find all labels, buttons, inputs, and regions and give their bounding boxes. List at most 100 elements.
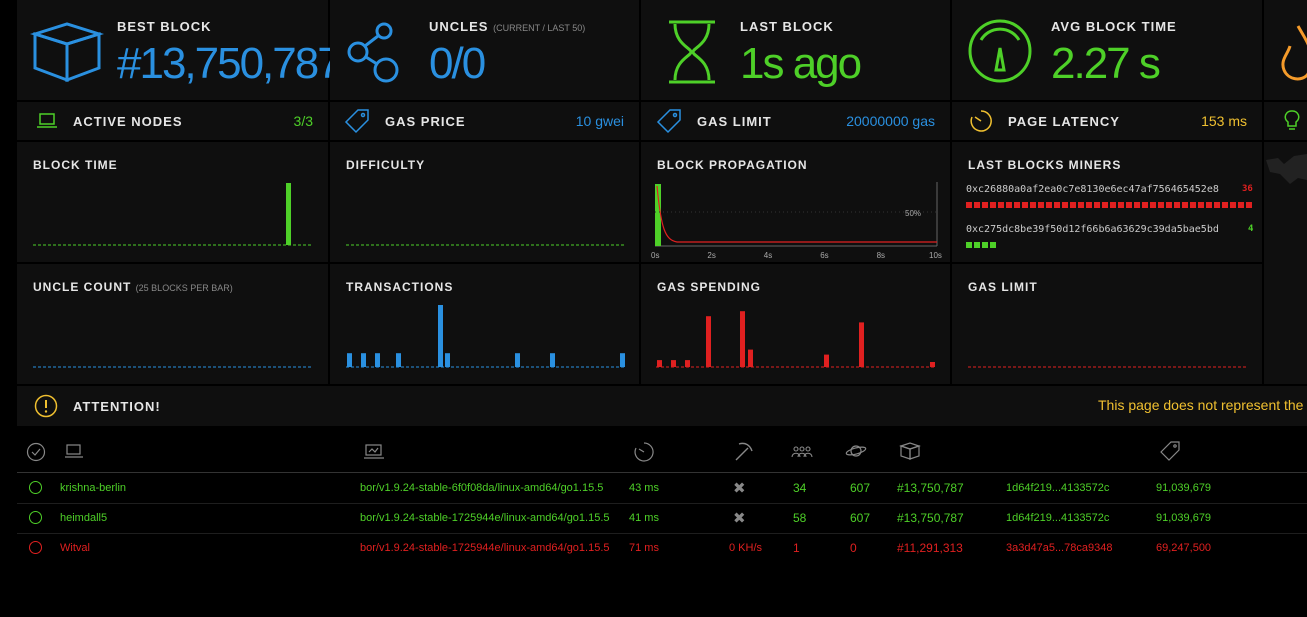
avg-block-time-value: 2.27 s: [1051, 39, 1161, 88]
best-block-panel: BEST BLOCK #13,750,787: [17, 0, 342, 100]
gas-price-panel: GAS PRICE 10 gwei: [330, 102, 639, 140]
gas-spending-bar: [748, 349, 753, 367]
miner-block: [1238, 202, 1244, 208]
transactions-bar: [375, 353, 380, 367]
monitor-icon[interactable]: [364, 444, 384, 460]
status-circle-icon: [29, 511, 42, 524]
last-block-value: 1s ago: [740, 39, 862, 88]
transactions-svg: [346, 305, 626, 368]
tag-icon[interactable]: [1160, 441, 1180, 461]
gas-spending-chart: GAS SPENDING: [641, 264, 950, 384]
last-blocks-miners-title: LAST BLOCKS MINERS: [968, 158, 1122, 172]
node-difficulty: 91,039,679: [1156, 512, 1212, 524]
gas-spending-bar: [930, 362, 935, 367]
node-name[interactable]: Witval: [60, 542, 90, 554]
miner-block: [1094, 202, 1100, 208]
miner-block: [982, 202, 988, 208]
block-time-bar: [286, 183, 291, 245]
miner-blocks: [966, 202, 1252, 208]
gas-limit-svg: [968, 366, 1248, 368]
propagation-x-tick: 6s: [820, 251, 828, 260]
table-row[interactable]: krishna-berlin bor/v1.9.24-stable-6f0f08d…: [17, 473, 1307, 504]
not-mining-icon: ✖: [733, 510, 746, 527]
miner-block: [1182, 202, 1188, 208]
users-icon[interactable]: [791, 445, 813, 459]
avg-block-time-label: AVG BLOCK TIME: [1051, 19, 1177, 34]
gas-limit-title: GAS LIMIT: [968, 280, 1038, 294]
block-propagation-chart: BLOCK PROPAGATION 50% 0s 2s 4s 6s 8s 10s: [641, 142, 950, 262]
transactions-bar: [438, 305, 443, 367]
active-nodes-value: 3/3: [293, 113, 313, 129]
propagation-pct-label: 50%: [905, 209, 921, 218]
active-nodes-panel: ACTIVE NODES 3/3: [17, 102, 328, 140]
miner-block: [966, 242, 972, 248]
node-pending: 607: [850, 511, 871, 525]
node-name[interactable]: krishna-berlin: [60, 482, 126, 494]
block-time-svg: [33, 183, 313, 246]
uncles-panel: UNCLES (CURRENT / LAST 50) 0/0: [330, 0, 639, 100]
gas-spending-bar: [859, 322, 864, 367]
gas-spending-bar: [824, 354, 829, 367]
transactions-title: TRANSACTIONS: [346, 280, 454, 294]
miner-block: [1214, 202, 1220, 208]
miner-block: [982, 242, 988, 248]
miner-block: [1206, 202, 1212, 208]
miner-block: [966, 202, 972, 208]
not-mining-icon: ✖: [733, 480, 746, 497]
gas-limit-chart: GAS LIMIT: [952, 264, 1262, 384]
miner-block: [990, 242, 996, 248]
extra-stat-panel: [1264, 0, 1307, 100]
miner-block: [1046, 202, 1052, 208]
active-nodes-label: ACTIVE NODES: [73, 114, 183, 129]
transactions-bar: [550, 353, 555, 367]
miner-block: [1142, 202, 1148, 208]
transactions-chart: TRANSACTIONS: [330, 264, 639, 384]
page-latency-panel: PAGE LATENCY 153 ms: [952, 102, 1262, 140]
laptop-icon[interactable]: [65, 444, 83, 460]
warning-icon: [34, 394, 58, 418]
miner-block: [1174, 202, 1180, 208]
flame-icon: [1281, 25, 1307, 81]
table-row[interactable]: Witval bor/v1.9.24-stable-1725944e/linux-…: [17, 533, 1307, 564]
node-peers: 34: [793, 481, 807, 495]
miner-block: [1126, 202, 1132, 208]
attention-message: This page does not represent the: [1098, 397, 1304, 413]
gas-spending-title: GAS SPENDING: [657, 280, 762, 294]
miner-block: [1054, 202, 1060, 208]
cube-icon: [29, 22, 105, 83]
gas-spending-bar: [685, 360, 690, 367]
last-block-label: LAST BLOCK: [740, 19, 834, 34]
gas-limit-stat-panel: GAS LIMIT 20000000 gas: [641, 102, 950, 140]
miner-block: [1134, 202, 1140, 208]
node-name[interactable]: heimdall5: [60, 512, 107, 524]
gas-limit-stat-value: 20000000 gas: [846, 113, 935, 129]
last-block-panel: LAST BLOCK 1s ago: [641, 0, 950, 100]
propagation-x-tick: 4s: [764, 251, 772, 260]
check-circle-icon[interactable]: [26, 442, 46, 462]
miner-block: [1166, 202, 1172, 208]
tag-icon: [656, 109, 681, 134]
planet-icon[interactable]: [845, 443, 867, 459]
map-panel: [1264, 142, 1307, 384]
last-blocks-miners-chart: LAST BLOCKS MINERS 0xc26880a0af2ea0c7e81…: [952, 142, 1262, 262]
page-latency-value: 153 ms: [1201, 113, 1247, 129]
miner-block: [1086, 202, 1092, 208]
transactions-bar: [396, 353, 401, 367]
block-time-chart: BLOCK TIME: [17, 142, 328, 262]
node-hash: 3a3d47a5...78ca9348: [1006, 542, 1113, 554]
hourglass-icon: [669, 20, 715, 84]
uncles-value: 0/0: [429, 39, 486, 88]
gas-spending-bar: [706, 316, 711, 367]
pickaxe-icon[interactable]: [733, 441, 753, 461]
node-block: #11,291,313: [897, 541, 963, 555]
gas-spending-bar: [740, 311, 745, 367]
share-icon: [347, 22, 399, 83]
timer-icon[interactable]: [634, 442, 654, 462]
node-hash: 1d64f219...4133572c: [1006, 482, 1110, 494]
miner-block: [1078, 202, 1084, 208]
table-row[interactable]: heimdall5 bor/v1.9.24-stable-1725944e/lin…: [17, 503, 1307, 534]
node-latency: 71 ms: [629, 542, 659, 554]
extra-small-panel: [1264, 102, 1307, 140]
miner-block: [974, 202, 980, 208]
cube-icon[interactable]: [899, 442, 921, 460]
